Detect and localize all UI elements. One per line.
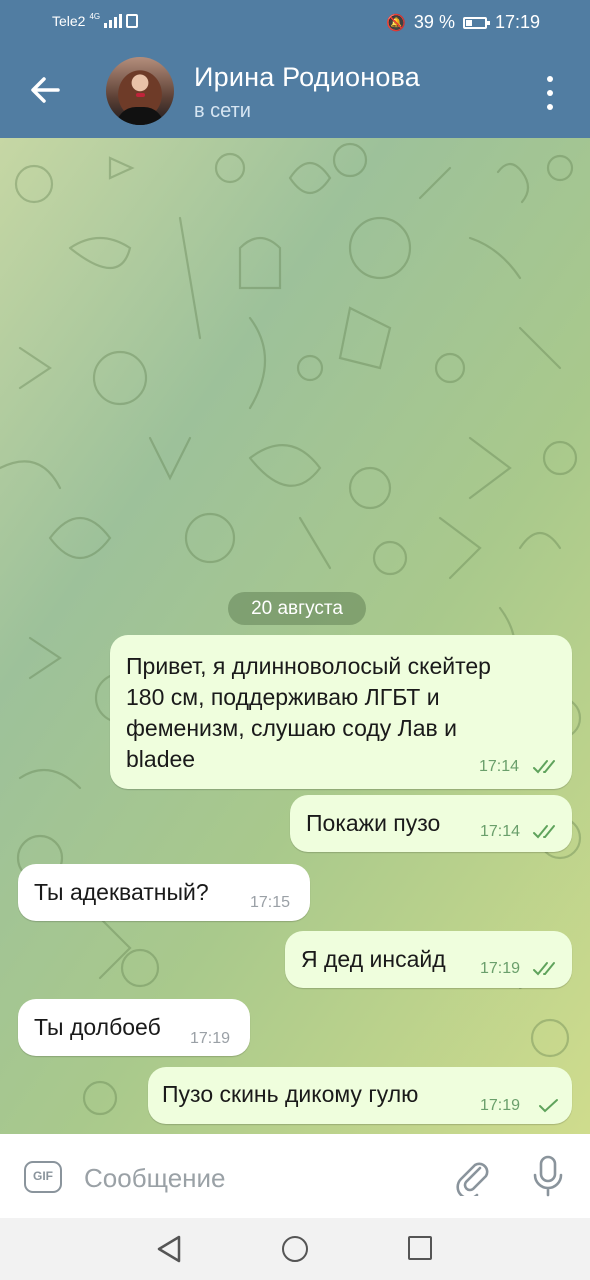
contact-name[interactable]: Ирина Родионова <box>194 62 420 93</box>
message-outgoing[interactable]: Привет, я длинноволосый скейтер 180 см, … <box>110 635 572 789</box>
gif-button[interactable]: GIF <box>24 1161 62 1193</box>
network-label: 4G <box>89 12 101 21</box>
message-incoming[interactable]: Ты адекватный? 17:15 <box>18 864 310 921</box>
paperclip-icon[interactable] <box>452 1156 492 1196</box>
chat-header: Ирина Родионова в сети <box>0 46 590 138</box>
signal-icon <box>104 14 123 28</box>
message-input[interactable] <box>82 1156 426 1200</box>
system-nav-bar <box>0 1218 590 1280</box>
read-check-icon <box>533 962 555 976</box>
message-text: Покажи пузо <box>306 810 441 836</box>
microphone-icon[interactable] <box>528 1154 568 1198</box>
nav-back-icon[interactable] <box>155 1234 183 1264</box>
message-composer: GIF <box>0 1134 590 1218</box>
arrow-left-icon[interactable] <box>22 66 70 114</box>
message-outgoing[interactable]: Я дед инсайд 17:19 <box>285 931 572 988</box>
message-time: 17:15 <box>250 894 291 911</box>
message-outgoing[interactable]: Пузо скинь дикому гулю 17:19 <box>148 1067 572 1124</box>
date-separator: 20 августа <box>228 592 366 625</box>
nfc-icon <box>126 14 139 28</box>
more-vertical-icon[interactable] <box>540 76 560 110</box>
message-text: Ты адекватный? <box>34 879 209 905</box>
avatar[interactable] <box>106 57 174 125</box>
message-time: 17:19 <box>190 1030 231 1047</box>
sent-check-icon <box>539 1099 558 1113</box>
message-incoming[interactable]: Ты долбоеб 17:19 <box>18 999 250 1056</box>
message-outgoing[interactable]: Покажи пузо 17:14 <box>290 795 572 852</box>
message-time: 17:19 <box>480 1097 521 1114</box>
online-status: в сети <box>194 100 251 122</box>
read-check-icon <box>533 825 555 839</box>
message-time: 17:19 <box>480 960 521 977</box>
mute-bell-icon: 🔕 <box>386 14 406 32</box>
message-text: Я дед инсайд <box>301 946 446 972</box>
battery-percent: 39 % <box>413 12 455 32</box>
chat-area[interactable]: 20 августа Привет, я длинноволосый скейт… <box>0 138 590 1134</box>
nav-home-icon[interactable] <box>282 1236 308 1262</box>
message-time: 17:14 <box>479 758 520 775</box>
status-bar: Tele2 4G 🔕 39 % 17:19 <box>0 0 590 46</box>
message-time: 17:14 <box>480 823 521 840</box>
read-check-icon <box>533 760 555 774</box>
battery-icon <box>462 16 490 29</box>
clock: 17:19 <box>494 12 540 32</box>
message-text: Ты долбоеб <box>34 1014 161 1040</box>
carrier-label: Tele2 <box>52 13 86 29</box>
message-text: Привет, я длинноволосый скейтер 180 см, … <box>126 653 491 772</box>
nav-recents-icon[interactable] <box>408 1236 432 1260</box>
message-text: Пузо скинь дикому гулю <box>162 1081 419 1107</box>
